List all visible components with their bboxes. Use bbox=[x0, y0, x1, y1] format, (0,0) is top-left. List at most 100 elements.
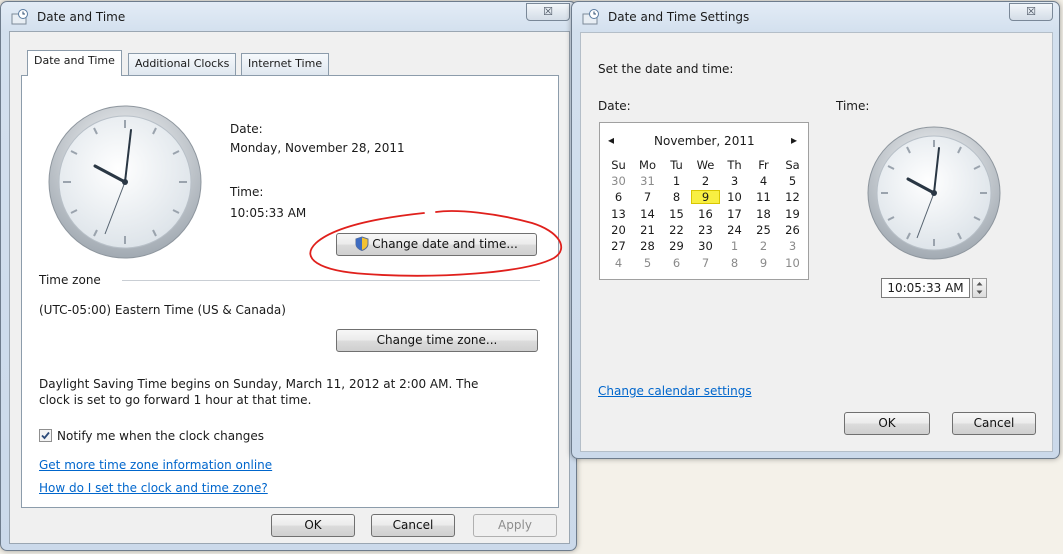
ok-button[interactable]: OK bbox=[271, 514, 355, 537]
date-time-icon bbox=[582, 9, 599, 25]
settings-ok-button[interactable]: OK bbox=[844, 412, 930, 435]
calendar-day[interactable]: 6 bbox=[604, 191, 633, 203]
notify-checkbox-label[interactable]: Notify me when the clock changes bbox=[57, 429, 264, 443]
calendar-next-month-button[interactable]: ▸ bbox=[791, 133, 797, 147]
close-button[interactable]: ☒ bbox=[526, 3, 570, 21]
calendar-day[interactable]: 5 bbox=[778, 175, 807, 187]
calendar-day[interactable]: 16 bbox=[691, 208, 720, 220]
calendar-prev-month-button[interactable]: ◂ bbox=[608, 133, 614, 147]
calendar-day[interactable]: 4 bbox=[604, 257, 633, 269]
calendar-day[interactable]: 7 bbox=[633, 191, 662, 203]
month-calendar[interactable]: ◂ November, 2011 ▸ Su Mo Tu We Th Fr Sa … bbox=[599, 122, 809, 280]
set-date-time-instruction: Set the date and time: bbox=[598, 62, 734, 76]
calendar-day[interactable]: 4 bbox=[749, 175, 778, 187]
calendar-day[interactable]: 19 bbox=[778, 208, 807, 220]
spinner-down-icon[interactable] bbox=[973, 288, 986, 297]
calendar-day[interactable]: 20 bbox=[604, 224, 633, 236]
calendar-day[interactable]: 18 bbox=[749, 208, 778, 220]
tab-date-and-time[interactable]: Date and Time bbox=[27, 50, 122, 76]
notify-checkbox[interactable] bbox=[39, 429, 52, 442]
calendar-weekday-header: Su Mo Tu We Th Fr Sa bbox=[604, 159, 807, 171]
time-spinner[interactable] bbox=[972, 278, 987, 298]
dst-info-line-1: Daylight Saving Time begins on Sunday, M… bbox=[39, 377, 479, 391]
calendar-day[interactable]: 2 bbox=[749, 240, 778, 252]
date-time-icon bbox=[11, 9, 28, 25]
calendar-day[interactable]: 9 bbox=[749, 257, 778, 269]
weekday-label: Th bbox=[727, 158, 742, 172]
link-how-set-clock[interactable]: How do I set the clock and time zone? bbox=[39, 481, 268, 495]
tab-internet-time[interactable]: Internet Time bbox=[241, 53, 330, 75]
calendar-day[interactable]: 30 bbox=[604, 175, 633, 187]
calendar-day[interactable]: 21 bbox=[633, 224, 662, 236]
calendar-day[interactable]: 10 bbox=[778, 257, 807, 269]
change-calendar-settings-link[interactable]: Change calendar settings bbox=[598, 384, 752, 398]
date-label: Date: bbox=[230, 122, 263, 136]
analog-clock-icon bbox=[48, 105, 202, 259]
close-icon: ☒ bbox=[543, 5, 553, 18]
link-more-time-zone-info[interactable]: Get more time zone information online bbox=[39, 458, 272, 472]
calendar-month-title[interactable]: November, 2011 bbox=[654, 134, 755, 148]
tab-panel: Date: Monday, November 28, 2011 Time: 10… bbox=[21, 75, 563, 508]
settings-close-button[interactable]: ☒ bbox=[1009, 3, 1053, 21]
calendar-day[interactable]: 2 bbox=[691, 175, 720, 187]
calendar-day[interactable]: 5 bbox=[633, 257, 662, 269]
calendar-day[interactable]: 25 bbox=[749, 224, 778, 236]
calendar-day[interactable]: 30 bbox=[691, 240, 720, 252]
calendar-day-selected[interactable]: 9 bbox=[691, 190, 720, 205]
settings-cancel-button[interactable]: Cancel bbox=[952, 412, 1036, 435]
cancel-button[interactable]: Cancel bbox=[371, 514, 455, 537]
calendar-day[interactable]: 10 bbox=[720, 191, 749, 203]
calendar-day[interactable]: 28 bbox=[633, 240, 662, 252]
calendar-day[interactable]: 23 bbox=[691, 224, 720, 236]
settings-date-label: Date: bbox=[598, 99, 631, 113]
calendar-day[interactable]: 17 bbox=[720, 208, 749, 220]
calendar-day[interactable]: 22 bbox=[662, 224, 691, 236]
date-time-window: Date and Time ☒ Date and Time Additional… bbox=[0, 1, 577, 551]
time-label: Time: bbox=[230, 185, 264, 199]
calendar-week-row: 20 21 22 23 24 25 26 bbox=[604, 224, 807, 236]
calendar-day[interactable]: 8 bbox=[662, 191, 691, 203]
calendar-week-row: 6 7 8 9 10 11 12 bbox=[604, 190, 807, 205]
calendar-week-row: 13 14 15 16 17 18 19 bbox=[604, 208, 807, 220]
calendar-day[interactable]: 1 bbox=[662, 175, 691, 187]
calendar-day[interactable]: 29 bbox=[662, 240, 691, 252]
calendar-week-row: 4 5 6 7 8 9 10 bbox=[604, 257, 807, 269]
title-bar[interactable]: Date and Time ☒ bbox=[1, 2, 576, 32]
time-zone-heading: Time zone bbox=[39, 273, 101, 287]
weekday-label: Tu bbox=[670, 158, 683, 172]
spinner-up-icon[interactable] bbox=[973, 279, 986, 288]
settings-window-title: Date and Time Settings bbox=[608, 10, 750, 24]
calendar-day[interactable]: 3 bbox=[720, 175, 749, 187]
calendar-day[interactable]: 14 bbox=[633, 208, 662, 220]
time-value: 10:05:33 AM bbox=[230, 206, 307, 220]
tab-additional-clocks[interactable]: Additional Clocks bbox=[128, 53, 237, 75]
calendar-day[interactable]: 1 bbox=[720, 240, 749, 252]
calendar-day[interactable]: 24 bbox=[720, 224, 749, 236]
settings-title-bar[interactable]: Date and Time Settings ☒ bbox=[572, 2, 1059, 32]
close-icon: ☒ bbox=[1026, 5, 1036, 18]
weekday-label: Fr bbox=[758, 158, 769, 172]
checkbox-checked-icon bbox=[41, 431, 50, 440]
date-value: Monday, November 28, 2011 bbox=[230, 141, 405, 155]
calendar-day[interactable]: 7 bbox=[691, 257, 720, 269]
calendar-day[interactable]: 13 bbox=[604, 208, 633, 220]
weekday-label: We bbox=[696, 158, 715, 172]
calendar-day[interactable]: 6 bbox=[662, 257, 691, 269]
weekday-label: Mo bbox=[639, 158, 656, 172]
time-zone-value: (UTC-05:00) Eastern Time (US & Canada) bbox=[39, 303, 286, 317]
change-time-zone-button[interactable]: Change time zone... bbox=[336, 329, 538, 352]
apply-button[interactable]: Apply bbox=[473, 514, 557, 537]
time-input[interactable]: 10:05:33 AM bbox=[881, 278, 970, 298]
weekday-label: Sa bbox=[785, 158, 800, 172]
calendar-day[interactable]: 3 bbox=[778, 240, 807, 252]
calendar-day[interactable]: 11 bbox=[749, 191, 778, 203]
calendar-day[interactable]: 27 bbox=[604, 240, 633, 252]
group-separator bbox=[122, 280, 540, 281]
calendar-day[interactable]: 12 bbox=[778, 191, 807, 203]
calendar-day[interactable]: 15 bbox=[662, 208, 691, 220]
calendar-day[interactable]: 8 bbox=[720, 257, 749, 269]
calendar-week-row: 27 28 29 30 1 2 3 bbox=[604, 240, 807, 252]
calendar-day[interactable]: 26 bbox=[778, 224, 807, 236]
window-title: Date and Time bbox=[37, 10, 126, 24]
calendar-day[interactable]: 31 bbox=[633, 175, 662, 187]
